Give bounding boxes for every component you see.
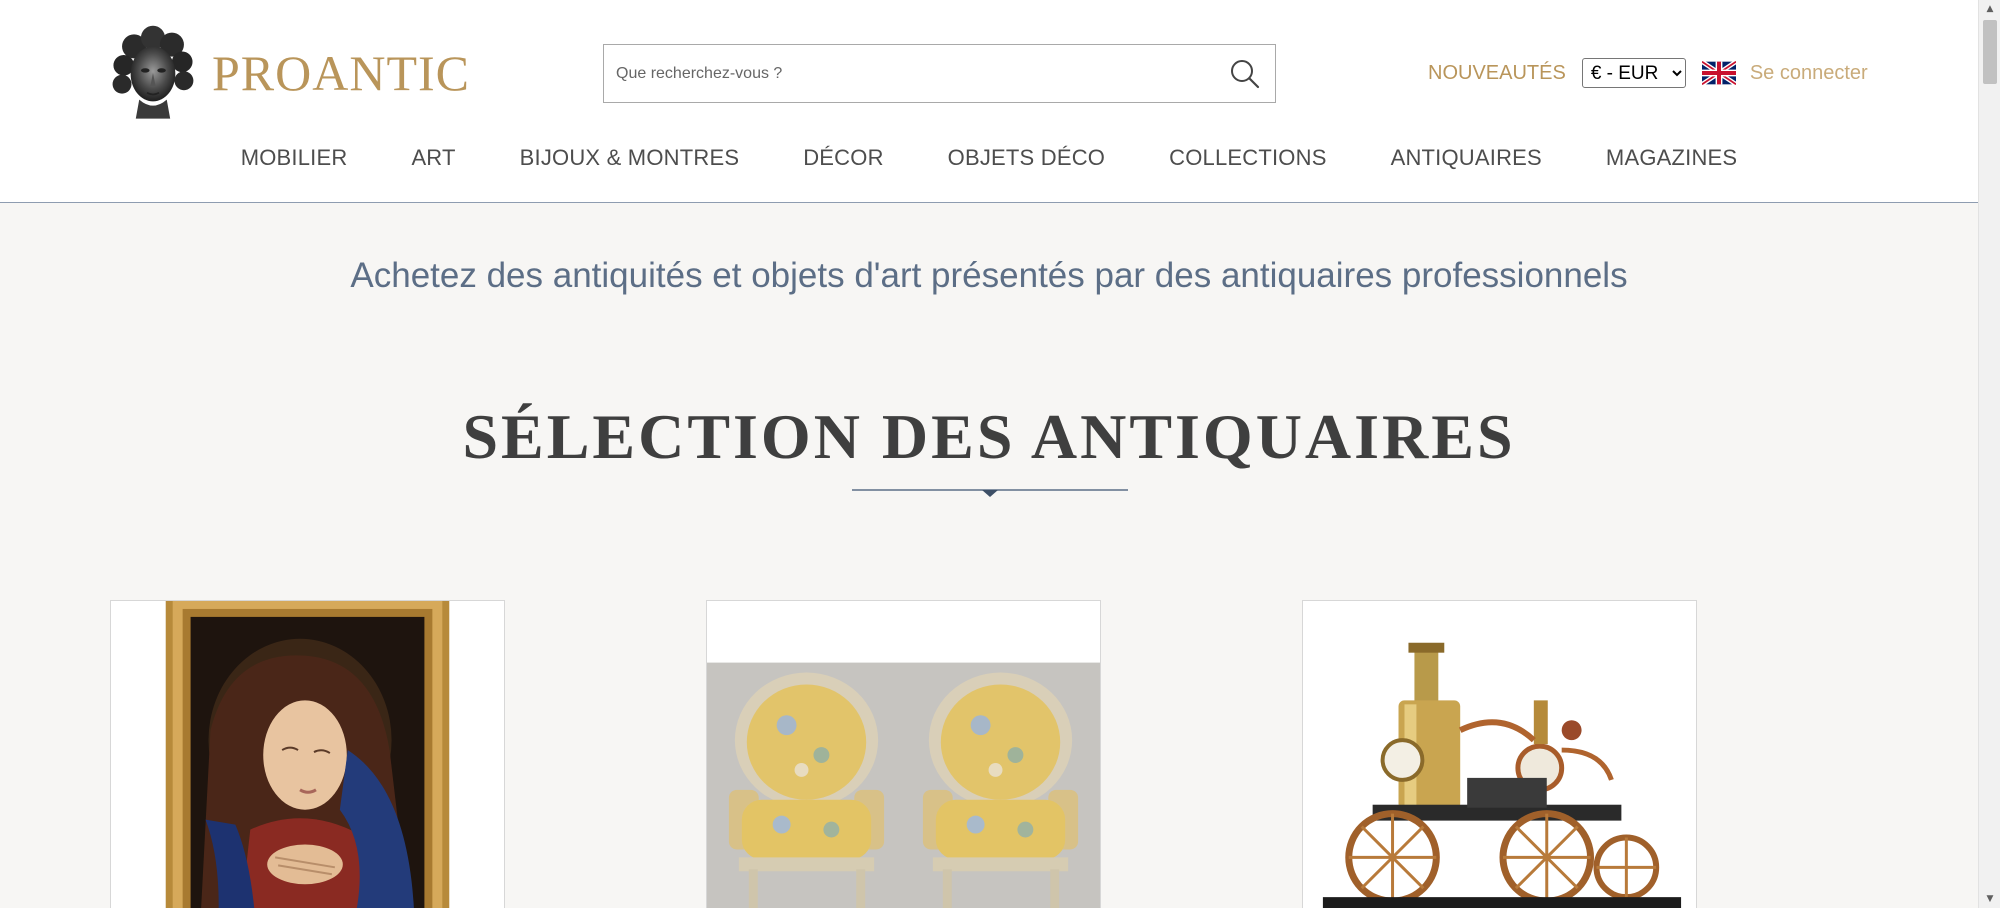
site-header: PROANTIC NOUVEAUTÉS € - EUR Se connecter… [0,0,1978,203]
scroll-thumb[interactable] [1983,20,1997,84]
currency-select[interactable]: € - EUR [1581,58,1686,88]
header-actions: NOUVEAUTÉS € - EUR Se connecter [1428,56,1868,90]
title-divider [852,489,1128,497]
scroll-down-arrow-icon[interactable]: ▼ [1979,890,2000,908]
armchairs-image [707,601,1100,908]
main-nav: MOBILIER ART BIJOUX & MONTRES DÉCOR OBJE… [0,145,1978,171]
nav-item-bijoux-montres[interactable]: BIJOUX & MONTRES [520,145,740,171]
fire-engine-clock-image [1303,601,1696,908]
scroll-up-arrow-icon[interactable]: ▲ [1979,0,2000,18]
uk-flag-icon[interactable] [1701,61,1736,85]
nav-item-art[interactable]: ART [411,145,455,171]
search-bar [603,44,1276,103]
nouveautes-link[interactable]: NOUVEAUTÉS [1428,62,1566,85]
search-input[interactable] [604,45,1215,102]
section-title: SÉLECTION DES ANTIQUAIRES [462,401,1516,472]
nav-item-magazines[interactable]: MAGAZINES [1606,145,1737,171]
madonna-painting-image [111,601,504,908]
product-card-armchairs[interactable] [706,600,1101,908]
nav-item-objets-deco[interactable]: OBJETS DÉCO [948,145,1105,171]
search-icon [1231,59,1260,88]
product-card-madonna[interactable] [110,600,505,908]
page-scrollbar[interactable]: ▲ ▼ [1978,0,2000,908]
nav-item-decor[interactable]: DÉCOR [803,145,883,171]
logo-text: PROANTIC [211,45,470,101]
product-card-fire-engine[interactable] [1302,600,1697,908]
nav-item-mobilier[interactable]: MOBILIER [241,145,348,171]
bust-logo-icon [112,25,194,119]
nav-item-collections[interactable]: COLLECTIONS [1169,145,1326,171]
nav-item-antiquaires[interactable]: ANTIQUAIRES [1391,145,1542,171]
tagline: Achetez des antiquités et objets d'art p… [350,256,1628,295]
search-button[interactable] [1215,45,1275,102]
site-logo[interactable]: PROANTIC [110,18,470,128]
login-link[interactable]: Se connecter [1750,62,1868,85]
